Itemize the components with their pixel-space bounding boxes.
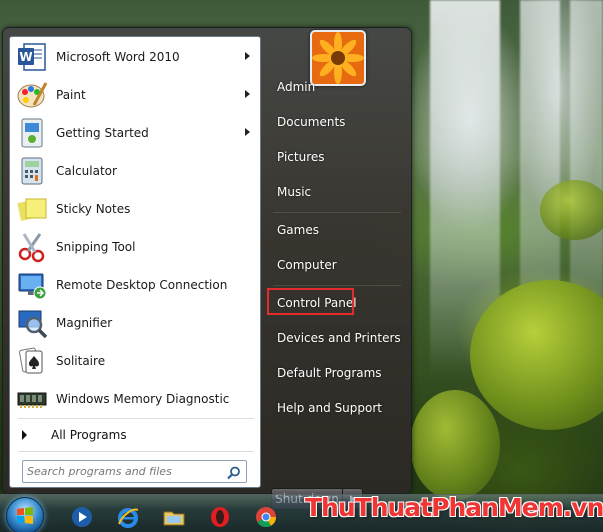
watermark-text: ThuThuatPhanMem.vn (305, 493, 603, 522)
getting-started-icon (16, 117, 48, 149)
file-explorer-icon[interactable] (162, 505, 186, 529)
search-input[interactable] (27, 462, 217, 481)
program-label: Solitaire (56, 354, 106, 368)
menu-item-default-programs[interactable]: Default Programs (269, 359, 397, 387)
memory-chip-icon (16, 383, 48, 415)
playing-card-icon (16, 345, 48, 377)
program-item-magnifier[interactable]: Magnifier (14, 305, 258, 341)
all-programs-button[interactable]: All Programs (14, 423, 258, 447)
menu-item-computer[interactable]: Computer (269, 251, 397, 279)
svg-text:W: W (19, 50, 32, 64)
submenu-arrow-icon[interactable] (245, 52, 250, 60)
program-item-memory-diagnostic[interactable]: Windows Memory Diagnostic (14, 381, 258, 417)
program-label: Magnifier (56, 316, 113, 330)
menu-item-games[interactable]: Games (269, 216, 397, 244)
program-label: Windows Memory Diagnostic (56, 392, 230, 406)
program-label: Getting Started (56, 126, 149, 140)
divider (273, 212, 401, 213)
paint-icon (16, 79, 48, 111)
programs-pane: W Microsoft Word 2010 Paint Getting Star… (9, 36, 261, 488)
program-label: Remote Desktop Connection (56, 278, 228, 292)
windows-logo-icon (17, 507, 33, 524)
magnifier-icon (16, 307, 48, 339)
media-player-icon[interactable] (70, 505, 94, 529)
menu-item-music[interactable]: Music (269, 178, 397, 206)
arrow-right-icon (22, 430, 27, 440)
word-icon: W (16, 41, 48, 73)
divider (18, 418, 254, 419)
sticky-notes-icon (16, 193, 48, 225)
program-item-calculator[interactable]: Calculator (14, 153, 258, 189)
program-item-word[interactable]: W Microsoft Word 2010 (14, 39, 258, 75)
menu-item-pictures[interactable]: Pictures (269, 143, 397, 171)
search-box (22, 460, 247, 483)
menu-item-admin[interactable]: Admin (269, 73, 397, 101)
submenu-arrow-icon[interactable] (245, 128, 250, 136)
menu-item-devices-and-printers[interactable]: Devices and Printers (269, 324, 401, 352)
menu-item-help-and-support[interactable]: Help and Support (269, 394, 397, 422)
program-item-paint[interactable]: Paint (14, 77, 258, 113)
calculator-icon (16, 155, 48, 187)
search-icon[interactable] (227, 465, 241, 480)
program-label: Calculator (56, 164, 117, 178)
start-menu: W Microsoft Word 2010 Paint Getting Star… (2, 27, 412, 510)
remote-desktop-icon (16, 269, 48, 301)
program-label: Sticky Notes (56, 202, 131, 216)
program-item-solitaire[interactable]: Solitaire (14, 343, 258, 379)
internet-explorer-icon[interactable] (116, 505, 140, 529)
mossy-rock (540, 180, 603, 240)
submenu-arrow-icon[interactable] (245, 90, 250, 98)
program-item-snipping-tool[interactable]: Snipping Tool (14, 229, 258, 265)
program-item-getting-started[interactable]: Getting Started (14, 115, 258, 151)
scissors-icon (16, 231, 48, 263)
divider (18, 451, 254, 452)
highlight-box (267, 288, 354, 315)
start-button[interactable] (6, 497, 44, 532)
program-label: Microsoft Word 2010 (56, 50, 180, 64)
program-item-remote-desktop[interactable]: Remote Desktop Connection (14, 267, 258, 303)
divider (273, 285, 401, 286)
all-programs-label: All Programs (51, 428, 127, 442)
chrome-icon[interactable] (254, 505, 278, 529)
mossy-rock (410, 390, 500, 500)
opera-icon[interactable] (208, 505, 232, 529)
program-label: Paint (56, 88, 86, 102)
menu-item-documents[interactable]: Documents (269, 108, 397, 136)
program-item-sticky-notes[interactable]: Sticky Notes (14, 191, 258, 227)
program-label: Snipping Tool (56, 240, 136, 254)
